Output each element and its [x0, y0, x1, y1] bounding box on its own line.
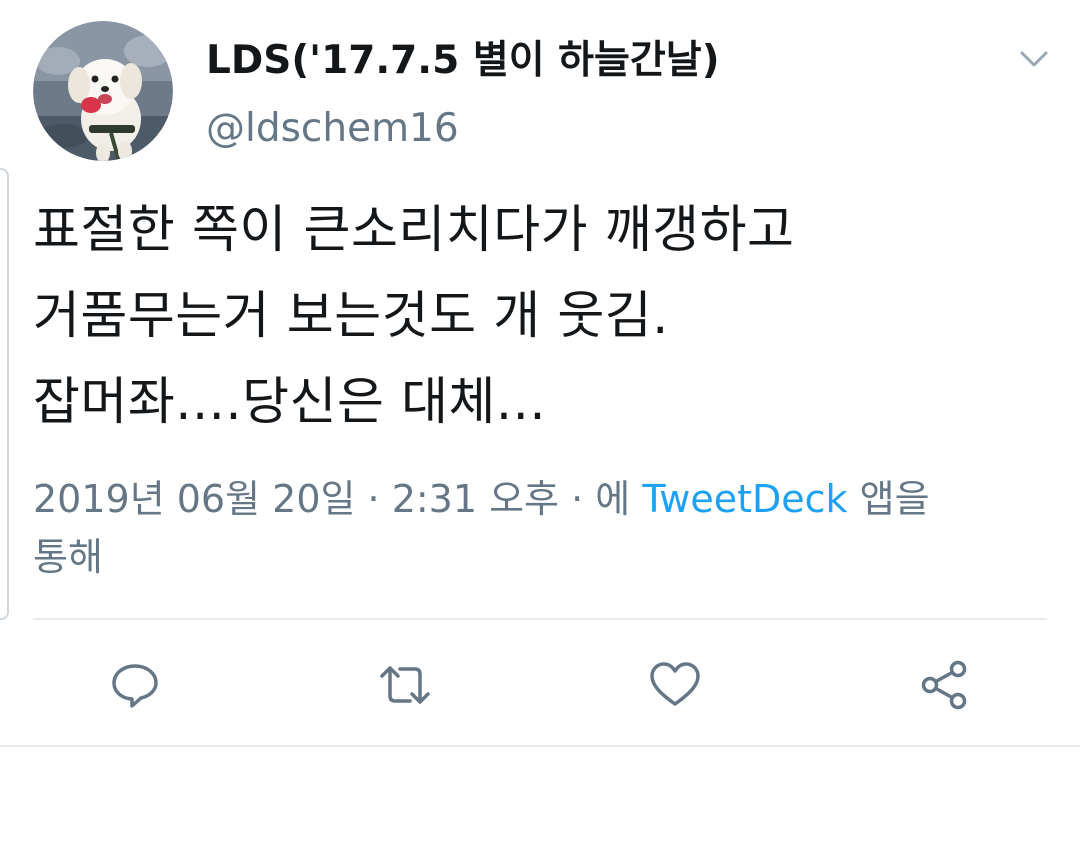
- heart-icon: [650, 662, 700, 706]
- left-edge-border: [0, 168, 9, 620]
- user-handle[interactable]: @ldschem16: [206, 106, 459, 152]
- tweet-timestamp[interactable]: 2019년 06월 20일 · 2:31 오후 · 에: [33, 477, 630, 521]
- tweet-text: 표절한 쪽이 큰소리치다가 깨갱하고 거품무는거 보는것도 개 웃김. 잡머좌.…: [33, 188, 1043, 446]
- dog-avatar-icon: [33, 21, 173, 161]
- tweet-text-line: 잡머좌....당신은 대체...: [33, 373, 547, 432]
- tweet-card: LDS('17.7.5 별이 하늘간날) @ldschem16 표절한 쪽이 큰…: [0, 0, 1080, 746]
- reply-button[interactable]: [108, 658, 162, 712]
- tweet-source-suffix: 앱을: [859, 477, 930, 521]
- tweet-source-link[interactable]: TweetDeck: [642, 477, 847, 521]
- tweet-source-suffix-line2: 통해: [33, 535, 103, 579]
- retweet-icon: [380, 666, 430, 704]
- share-button[interactable]: [918, 658, 972, 712]
- chevron-down-icon: [1020, 51, 1048, 67]
- bottom-divider: [0, 745, 1080, 747]
- tweet-text-line: 거품무는거 보는것도 개 웃김.: [33, 287, 669, 346]
- tweet-text-line: 표절한 쪽이 큰소리치다가 깨갱하고: [33, 201, 795, 260]
- tweet-menu-button[interactable]: [1014, 43, 1054, 77]
- retweet-button[interactable]: [378, 658, 432, 712]
- avatar[interactable]: [33, 21, 173, 161]
- display-name[interactable]: LDS('17.7.5 별이 하늘간날): [206, 38, 720, 84]
- like-button[interactable]: [648, 658, 702, 712]
- divider: [33, 618, 1047, 620]
- tweet-metadata: 2019년 06월 20일 · 2:31 오후 · 에 TweetDeck 앱을…: [33, 470, 1043, 586]
- tweet-actions: [0, 650, 1080, 720]
- reply-icon: [112, 664, 158, 708]
- share-icon: [921, 660, 967, 710]
